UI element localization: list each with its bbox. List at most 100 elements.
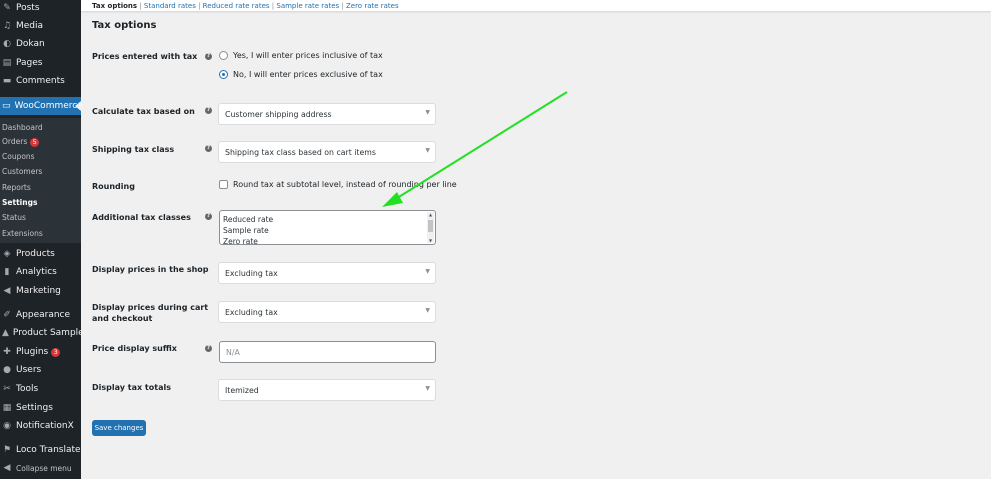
help-icon[interactable]: ?	[205, 145, 212, 152]
menu-analytics[interactable]: ▮ Analytics	[0, 263, 81, 281]
submenu-dashboard[interactable]: Dashboard	[2, 122, 43, 134]
price-suffix-input[interactable]	[219, 341, 436, 363]
analytics-icon: ▮	[4, 267, 10, 277]
shipping-tax-class-select[interactable]: Shipping tax class based on cart items ▼	[218, 141, 436, 163]
menu-media[interactable]: ♫ Media	[0, 17, 81, 35]
scrollbar-thumb[interactable]	[428, 220, 433, 232]
save-changes-button[interactable]: Save changes	[92, 420, 146, 436]
additional-tax-classes-label: Additional tax classes	[92, 213, 191, 222]
menu-loco-translate[interactable]: ⚑ Loco Translate	[0, 441, 81, 459]
subnav-separator: |	[341, 2, 344, 10]
settings-icon: ▦	[2, 403, 12, 413]
subnav-zero-rate-rates[interactable]: Zero rate rates	[346, 2, 399, 10]
display-cart-select[interactable]: Excluding tax ▼	[218, 301, 436, 323]
annotation-arrow-head	[382, 192, 403, 207]
submenu-settings[interactable]: Settings	[2, 197, 37, 209]
submenu-customers[interactable]: Customers	[2, 166, 42, 178]
menu-woocommerce[interactable]: ▭ WooCommerce	[0, 97, 83, 115]
radio-button[interactable]	[219, 51, 228, 60]
orders-count-badge: 5	[30, 137, 40, 147]
submenu-status[interactable]: Status	[2, 212, 26, 224]
menu-users[interactable]: ● Users	[0, 361, 81, 379]
display-totals-label: Display tax totals	[92, 383, 171, 392]
menu-marketing[interactable]: ◀ Marketing	[0, 282, 81, 300]
price-suffix-label: Price display suffix	[92, 344, 177, 353]
collapse-menu-button[interactable]: ◀ Collapse menu	[0, 459, 81, 477]
menu-products[interactable]: ◈ Products	[0, 245, 81, 263]
notificationx-icon: ◉	[3, 421, 11, 431]
tax-class-line: Sample rate	[223, 226, 269, 235]
collapse-icon: ◀	[3, 463, 11, 473]
subnav-standard-rates[interactable]: Standard rates	[144, 2, 196, 10]
chevron-down-icon: ▼	[425, 109, 430, 116]
menu-posts[interactable]: ✎ Posts	[0, 0, 81, 17]
display-totals-select[interactable]: Itemized ▼	[218, 379, 436, 401]
product-sample-icon: ▲	[2, 328, 9, 338]
subnav-tax-options[interactable]: Tax options	[92, 2, 137, 10]
menu-plugins[interactable]: ✚ Plugins 3	[0, 343, 81, 361]
rounding-checkbox-row[interactable]: Round tax at subtotal level, instead of …	[219, 180, 457, 189]
subnav-sample-rate-rates[interactable]: Sample rate rates	[276, 2, 339, 10]
menu-dokan[interactable]: ◐ Dokan	[0, 35, 81, 53]
menu-pages[interactable]: ▤ Pages	[0, 54, 81, 72]
subnav-separator: |	[198, 2, 201, 10]
tax-class-line: Zero rate	[223, 237, 258, 245]
menu-notificationx[interactable]: ◉ NotificationX	[0, 417, 81, 435]
chevron-down-icon: ▼	[425, 147, 430, 154]
subnav-separator: |	[139, 2, 142, 10]
menu-product-sample[interactable]: ▲ Product Sample	[0, 324, 84, 342]
users-icon: ●	[3, 365, 11, 375]
prices-inclusive-radio-row[interactable]: Yes, I will enter prices inclusive of ta…	[219, 51, 383, 60]
menu-comments[interactable]: ▬ Comments	[0, 72, 81, 90]
tax-subsection-nav: Tax options | Standard rates | Reduced r…	[92, 2, 399, 10]
rounding-checkbox[interactable]	[219, 180, 228, 189]
submenu-orders[interactable]: Orders 5	[2, 136, 40, 148]
products-icon: ◈	[3, 249, 11, 259]
submenu-coupons[interactable]: Coupons	[2, 151, 35, 163]
textarea-scrollbar[interactable]: ▲ ▼	[427, 212, 434, 243]
additional-tax-classes-textarea[interactable]: Reduced rate Sample rate Zero rate ▲ ▼	[219, 210, 436, 245]
plugins-update-badge: 3	[51, 347, 61, 357]
scroll-down-icon[interactable]: ▼	[427, 238, 434, 243]
scroll-up-icon[interactable]: ▲	[427, 212, 434, 217]
display-shop-select[interactable]: Excluding tax ▼	[218, 262, 436, 284]
help-icon[interactable]: ?	[205, 107, 212, 114]
annotation-arrow-icon	[382, 91, 568, 207]
admin-sidebar: ✎ Posts ♫ Media ◐ Dokan ▤ Pages ▬ Commen…	[0, 0, 84, 479]
help-icon[interactable]: ?	[205, 213, 212, 220]
appearance-icon: ✐	[3, 310, 11, 320]
help-icon[interactable]: ?	[205, 345, 212, 352]
media-icon: ♫	[2, 21, 12, 31]
woocommerce-icon: ▭	[2, 101, 11, 111]
prices-entered-label: Prices entered with tax	[92, 52, 198, 61]
display-cart-label: Display prices during cart and checkout	[92, 303, 209, 323]
marketing-icon: ◀	[3, 286, 11, 296]
chevron-down-icon: ▼	[425, 268, 430, 275]
dokan-icon: ◐	[3, 39, 11, 49]
subnav-separator: |	[271, 2, 275, 10]
rounding-label: Rounding	[92, 182, 135, 191]
calc-based-on-label: Calculate tax based on	[92, 107, 195, 116]
subnav-reduced-rate-rates[interactable]: Reduced rate rates	[203, 2, 270, 10]
tools-icon: ✂	[3, 384, 11, 394]
radio-button-selected[interactable]	[219, 70, 228, 79]
menu-tools[interactable]: ✂ Tools	[0, 380, 81, 398]
menu-settings[interactable]: ▦ Settings	[0, 399, 81, 417]
plugins-icon: ✚	[3, 347, 11, 357]
help-icon[interactable]: ?	[205, 53, 212, 60]
tax-class-line: Reduced rate	[223, 215, 274, 224]
menu-appearance[interactable]: ✐ Appearance	[0, 306, 81, 324]
shipping-tax-class-label: Shipping tax class	[92, 145, 175, 154]
loco-translate-icon: ⚑	[2, 445, 12, 455]
pushpin-icon: ✎	[3, 3, 11, 13]
calc-based-on-select[interactable]: Customer shipping address ▼	[218, 103, 436, 125]
submenu-reports[interactable]: Reports	[2, 182, 31, 194]
submenu-extensions[interactable]: Extensions	[2, 228, 43, 240]
comments-icon: ▬	[2, 76, 12, 86]
display-shop-label: Display prices in the shop	[92, 265, 209, 274]
section-title: Tax options	[92, 20, 157, 31]
prices-exclusive-radio-row[interactable]: No, I will enter prices exclusive of tax	[219, 70, 383, 79]
pages-icon: ▤	[2, 58, 12, 68]
chevron-down-icon: ▼	[425, 385, 430, 392]
chevron-down-icon: ▼	[425, 307, 430, 314]
